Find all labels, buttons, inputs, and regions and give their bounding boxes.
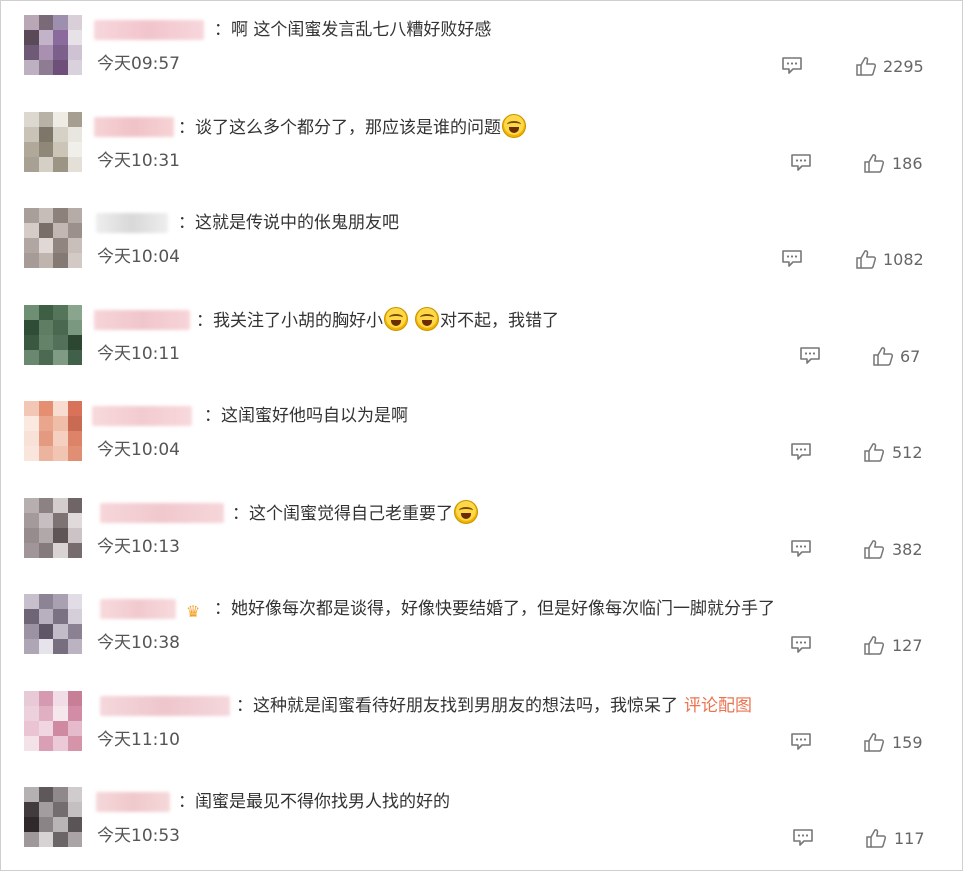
avatar[interactable] xyxy=(24,112,82,172)
laugh-cry-emoji-icon xyxy=(384,307,408,331)
comment-icon[interactable] xyxy=(792,828,814,846)
laugh-cry-emoji-icon xyxy=(415,307,439,331)
comment-item: ♛ ：她好像每次都是谈得，好像快要结婚了，但是好像每次临门一脚就分手了今天10:3… xyxy=(0,579,963,675)
comment-icon[interactable] xyxy=(781,249,803,267)
comment-time: 今天10:53 xyxy=(97,826,180,846)
avatar[interactable] xyxy=(24,498,82,558)
thumbs-up-icon[interactable] xyxy=(863,441,885,463)
avatar[interactable] xyxy=(24,15,82,75)
username[interactable] xyxy=(96,213,168,233)
thumbs-up-icon[interactable] xyxy=(863,152,885,174)
comment-content: ：我关注了小胡的胸好小 对不起，我错了 xyxy=(196,307,559,334)
username[interactable] xyxy=(94,20,204,40)
like-count: 512 xyxy=(892,443,923,462)
comment-content: ：这就是传说中的伥鬼朋友吧 xyxy=(178,210,399,236)
username[interactable] xyxy=(92,406,192,426)
avatar[interactable] xyxy=(24,401,82,461)
avatar[interactable] xyxy=(24,305,82,365)
comment-content: ：这个闺蜜觉得自己老重要了 xyxy=(232,500,479,527)
like-count: 2295 xyxy=(883,57,924,76)
comment-item: ：这闺蜜好他吗自以为是啊今天10:04 512 xyxy=(0,386,963,482)
thumbs-up-icon[interactable] xyxy=(865,827,887,849)
comment-icon[interactable] xyxy=(790,153,812,171)
comment-content: ：闺蜜是最见不得你找男人找的好的 xyxy=(178,789,450,815)
comment-icon[interactable] xyxy=(790,635,812,653)
username[interactable] xyxy=(100,503,224,523)
username[interactable] xyxy=(94,117,174,137)
thumbs-up-icon[interactable] xyxy=(863,731,885,753)
comment-text: ：她好像每次都是谈得，好像快要结婚了，但是好像每次临门一脚就分手了 xyxy=(214,599,775,619)
comment-icon[interactable] xyxy=(781,56,803,74)
comment-text: ：这就是传说中的伥鬼朋友吧 xyxy=(178,213,399,233)
username[interactable] xyxy=(94,310,190,330)
comment-time: 今天10:13 xyxy=(97,537,180,557)
thumbs-up-icon[interactable] xyxy=(872,345,894,367)
avatar[interactable] xyxy=(24,208,82,268)
comment-text: ：我关注了小胡的胸好小 xyxy=(196,311,383,331)
comment-item: ：闺蜜是最见不得你找男人找的好的今天10:53 117 xyxy=(0,772,963,868)
comment-item: ：这种就是闺蜜看待好朋友找到男朋友的想法吗，我惊呆了 评论配图今天11:10 159 xyxy=(0,676,963,772)
comment-text: ：闺蜜是最见不得你找男人找的好的 xyxy=(178,792,450,812)
username[interactable] xyxy=(100,599,176,619)
comment-item: ：我关注了小胡的胸好小 对不起，我错了今天10:11 67 xyxy=(0,290,963,386)
like-count: 159 xyxy=(892,733,923,752)
crown-icon: ♛ xyxy=(186,602,201,621)
comment-content: ：谈了这么多个都分了，那应该是谁的问题 xyxy=(178,114,527,141)
comment-content: ：这闺蜜好他吗自以为是啊 xyxy=(204,403,408,429)
comment-content: ：她好像每次都是谈得，好像快要结婚了，但是好像每次临门一脚就分手了 xyxy=(214,596,775,622)
comment-time: 今天11:10 xyxy=(97,730,180,750)
comment-image-link[interactable]: 评论配图 xyxy=(684,696,752,716)
username[interactable] xyxy=(100,696,230,716)
comment-item: ：这个闺蜜觉得自己老重要了今天10:13 382 xyxy=(0,483,963,579)
avatar[interactable] xyxy=(24,594,82,654)
comment-icon[interactable] xyxy=(790,442,812,460)
comment-icon[interactable] xyxy=(799,346,821,364)
comment-time: 今天10:11 xyxy=(97,344,180,364)
thumbs-up-icon[interactable] xyxy=(855,55,877,77)
thumbs-up-icon[interactable] xyxy=(855,248,877,270)
like-count: 67 xyxy=(900,347,921,366)
thumbs-up-icon[interactable] xyxy=(863,634,885,656)
like-count: 1082 xyxy=(883,250,924,269)
laugh-cry-emoji-icon xyxy=(502,114,526,138)
comment-icon[interactable] xyxy=(790,732,812,750)
comment-time: 今天10:31 xyxy=(97,151,180,171)
comment-item: ：谈了这么多个都分了，那应该是谁的问题今天10:31 186 xyxy=(0,97,963,193)
username[interactable] xyxy=(96,792,170,812)
comment-item: ：这就是传说中的伥鬼朋友吧今天10:04 1082 xyxy=(0,193,963,289)
comment-time: 今天10:38 xyxy=(97,633,180,653)
comment-text: ：谈了这么多个都分了，那应该是谁的问题 xyxy=(178,118,501,138)
avatar[interactable] xyxy=(24,691,82,751)
comment-text: ：这闺蜜好他吗自以为是啊 xyxy=(204,406,408,426)
like-count: 186 xyxy=(892,154,923,173)
comment-time: 今天10:04 xyxy=(97,440,180,460)
avatar[interactable] xyxy=(24,787,82,847)
comment-text: ：啊 这个闺蜜发言乱七八糟好败好感 xyxy=(214,20,492,40)
comment-time: 今天09:57 xyxy=(97,54,180,74)
thumbs-up-icon[interactable] xyxy=(863,538,885,560)
comment-item: ：啊 这个闺蜜发言乱七八糟好败好感今天09:57 2295 xyxy=(0,0,963,96)
comment-icon[interactable] xyxy=(790,539,812,557)
comment-content: ：啊 这个闺蜜发言乱七八糟好败好感 xyxy=(214,17,491,43)
comment-text: ：这种就是闺蜜看待好朋友找到男朋友的想法吗，我惊呆了 xyxy=(236,696,678,716)
like-count: 382 xyxy=(892,540,923,559)
comment-text: ：这个闺蜜觉得自己老重要了 xyxy=(232,504,453,524)
comment-time: 今天10:04 xyxy=(97,247,180,267)
comment-content: ：这种就是闺蜜看待好朋友找到男朋友的想法吗，我惊呆了 评论配图 xyxy=(236,693,752,719)
like-count: 127 xyxy=(892,636,923,655)
like-count: 117 xyxy=(894,829,925,848)
laugh-cry-emoji-icon xyxy=(454,500,478,524)
comment-text-tail: 对不起，我错了 xyxy=(440,311,559,331)
